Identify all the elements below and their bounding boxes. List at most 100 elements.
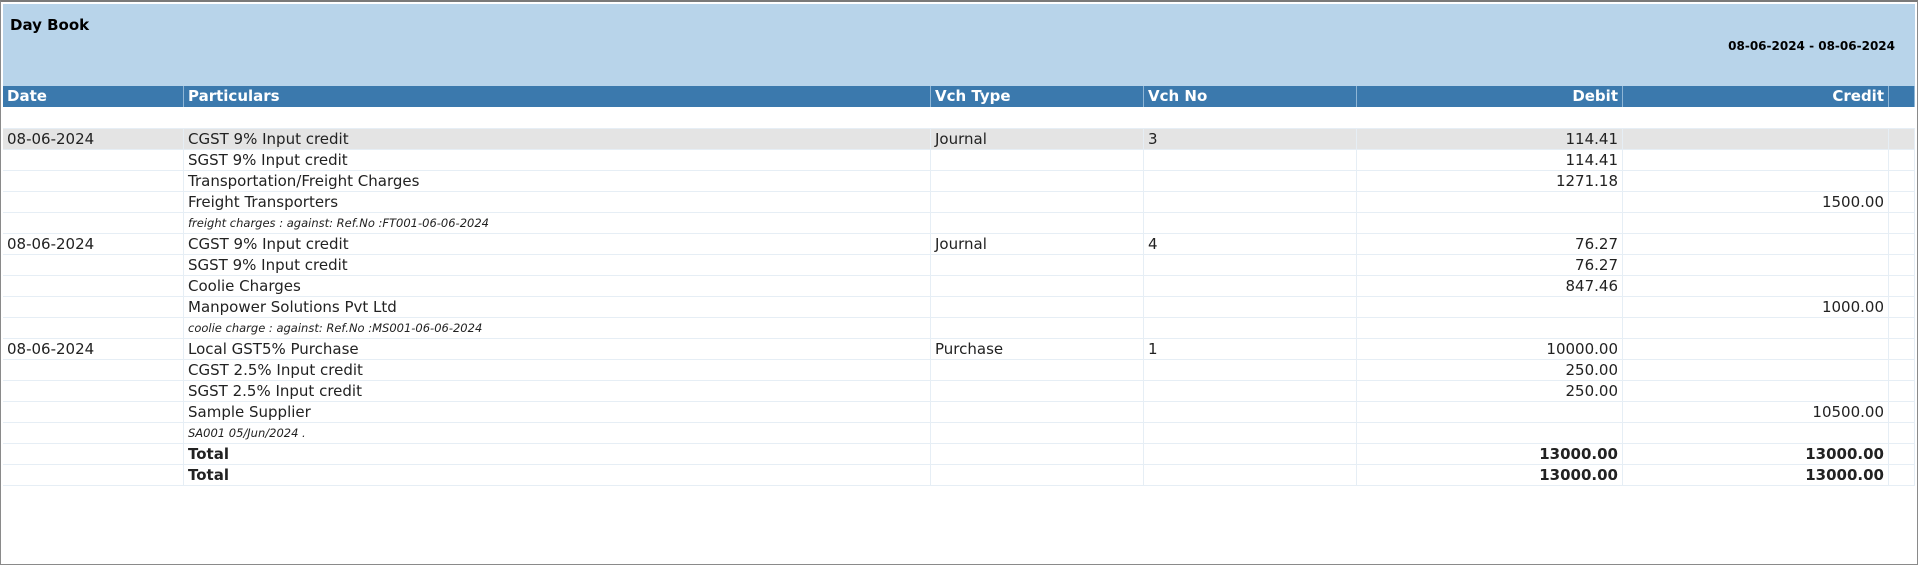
cell-date — [3, 297, 184, 317]
cell-particulars: SGST 2.5% Input credit — [184, 381, 931, 401]
cell-filler — [1889, 129, 1915, 149]
cell-particulars: Sample Supplier — [184, 402, 931, 422]
cell-debit: 1271.18 — [1357, 171, 1623, 191]
cell-vch-no — [1144, 381, 1357, 401]
table-row-narration[interactable]: SA001 05/Jun/2024 . — [3, 423, 1915, 444]
cell-total-debit: 13000.00 — [1357, 465, 1623, 485]
cell-debit — [1357, 297, 1623, 317]
cell-filler — [1889, 339, 1915, 359]
cell-date — [3, 318, 184, 338]
cell-date — [3, 402, 184, 422]
report-title: Day Book — [10, 16, 90, 34]
cell-filler — [1889, 402, 1915, 422]
cell-debit: 76.27 — [1357, 255, 1623, 275]
cell-credit — [1623, 360, 1889, 380]
cell-date — [3, 150, 184, 170]
cell-filler — [1889, 234, 1915, 254]
column-header-row: Date Particulars Vch Type Vch No Debit C… — [3, 86, 1915, 107]
table-row-grand-total[interactable]: Total 13000.00 13000.00 — [3, 465, 1915, 486]
cell-debit — [1357, 192, 1623, 212]
table-row[interactable]: SGST 9% Input credit 114.41 — [3, 150, 1915, 171]
column-header-vch-type[interactable]: Vch Type — [931, 86, 1144, 107]
cell-credit — [1623, 318, 1889, 338]
cell-vch-type: Purchase — [931, 339, 1144, 359]
cell-debit: 114.41 — [1357, 150, 1623, 170]
table-row[interactable]: Manpower Solutions Pvt Ltd 1000.00 — [3, 297, 1915, 318]
report-header: Day Book 08-06-2024 - 08-06-2024 — [3, 4, 1915, 86]
cell-debit: 114.41 — [1357, 129, 1623, 149]
cell-filler — [1889, 255, 1915, 275]
table-row[interactable]: 08-06-2024 CGST 9% Input credit Journal … — [3, 234, 1915, 255]
cell-vch-type — [931, 171, 1144, 191]
column-header-date[interactable]: Date — [3, 86, 184, 107]
cell-narration: SA001 05/Jun/2024 . — [184, 423, 931, 443]
cell-narration: coolie charge : against: Ref.No :MS001-0… — [184, 318, 931, 338]
cell-credit: 1500.00 — [1623, 192, 1889, 212]
cell-filler — [1889, 444, 1915, 464]
cell-vch-no — [1144, 297, 1357, 317]
cell-date — [3, 465, 184, 485]
cell-vch-type — [931, 444, 1144, 464]
table-row[interactable]: SGST 2.5% Input credit 250.00 — [3, 381, 1915, 402]
cell-date — [3, 192, 184, 212]
cell-total-label: Total — [184, 444, 931, 464]
table-row[interactable]: CGST 2.5% Input credit 250.00 — [3, 360, 1915, 381]
column-header-filler — [1889, 86, 1915, 107]
cell-vch-type — [931, 360, 1144, 380]
cell-filler — [1889, 381, 1915, 401]
cell-date — [3, 444, 184, 464]
table-row[interactable]: Coolie Charges 847.46 — [3, 276, 1915, 297]
cell-vch-no — [1144, 171, 1357, 191]
cell-date — [3, 381, 184, 401]
report-period: 08-06-2024 - 08-06-2024 — [1728, 39, 1895, 53]
cell-filler — [1889, 360, 1915, 380]
column-header-vch-no[interactable]: Vch No — [1144, 86, 1357, 107]
cell-credit — [1623, 381, 1889, 401]
cell-particulars: CGST 9% Input credit — [184, 129, 931, 149]
cell-total-label: Total — [184, 465, 931, 485]
table-row-narration[interactable]: freight charges : against: Ref.No :FT001… — [3, 213, 1915, 234]
cell-particulars: SGST 9% Input credit — [184, 150, 931, 170]
cell-filler — [1889, 318, 1915, 338]
column-header-debit[interactable]: Debit — [1357, 86, 1623, 107]
cell-credit — [1623, 255, 1889, 275]
cell-particulars: Transportation/Freight Charges — [184, 171, 931, 191]
column-header-particulars[interactable]: Particulars — [184, 86, 931, 107]
cell-date — [3, 423, 184, 443]
cell-debit — [1357, 423, 1623, 443]
table-row-narration[interactable]: coolie charge : against: Ref.No :MS001-0… — [3, 318, 1915, 339]
cell-date — [3, 255, 184, 275]
cell-credit: 10500.00 — [1623, 402, 1889, 422]
table-row[interactable]: SGST 9% Input credit 76.27 — [3, 255, 1915, 276]
table-row[interactable]: Freight Transporters 1500.00 — [3, 192, 1915, 213]
cell-filler — [1889, 465, 1915, 485]
table-row[interactable]: 08-06-2024 CGST 9% Input credit Journal … — [3, 129, 1915, 150]
cell-filler — [1889, 150, 1915, 170]
cell-vch-no — [1144, 465, 1357, 485]
table-row[interactable]: Sample Supplier 10500.00 — [3, 402, 1915, 423]
cell-filler — [1889, 423, 1915, 443]
cell-filler — [1889, 192, 1915, 212]
cell-particulars: Local GST5% Purchase — [184, 339, 931, 359]
cell-vch-no — [1144, 276, 1357, 296]
cell-date — [3, 276, 184, 296]
table-spacer-row — [3, 108, 1915, 129]
cell-date — [3, 360, 184, 380]
day-book-table: 08-06-2024 CGST 9% Input credit Journal … — [3, 108, 1915, 486]
cell-date: 08-06-2024 — [3, 129, 184, 149]
cell-vch-no — [1144, 318, 1357, 338]
table-row[interactable]: Transportation/Freight Charges 1271.18 — [3, 171, 1915, 192]
cell-vch-type: Journal — [931, 129, 1144, 149]
cell-credit — [1623, 129, 1889, 149]
cell-credit — [1623, 276, 1889, 296]
table-row[interactable]: 08-06-2024 Local GST5% Purchase Purchase… — [3, 339, 1915, 360]
cell-vch-type — [931, 381, 1144, 401]
cell-vch-type: Journal — [931, 234, 1144, 254]
column-header-credit[interactable]: Credit — [1623, 86, 1889, 107]
cell-debit — [1357, 213, 1623, 233]
table-row-total[interactable]: Total 13000.00 13000.00 — [3, 444, 1915, 465]
cell-vch-no: 3 — [1144, 129, 1357, 149]
cell-credit: 1000.00 — [1623, 297, 1889, 317]
cell-filler — [1889, 276, 1915, 296]
cell-credit — [1623, 213, 1889, 233]
